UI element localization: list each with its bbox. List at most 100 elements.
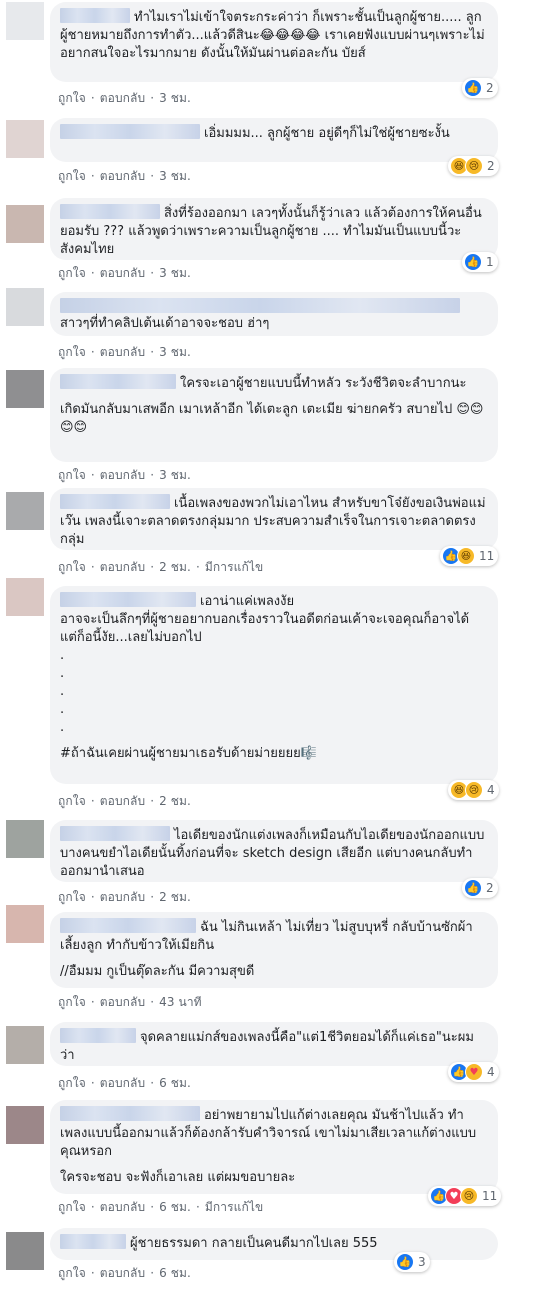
avatar[interactable] <box>6 1106 44 1144</box>
avatar[interactable] <box>6 820 44 858</box>
avatar[interactable] <box>6 205 44 243</box>
like-link[interactable]: ถูกใจ <box>58 91 86 105</box>
author-name-blurred[interactable] <box>60 298 460 313</box>
author-name-blurred[interactable] <box>60 124 200 139</box>
haha-icon: 😆 <box>457 547 475 565</box>
like-link[interactable]: ถูกใจ <box>58 345 86 359</box>
timestamp[interactable]: 3 ชม. <box>159 345 191 359</box>
avatar[interactable] <box>6 120 44 158</box>
reply-link[interactable]: ตอบกลับ <box>100 468 145 482</box>
care-icon: ♥ <box>465 1063 483 1081</box>
author-name-blurred[interactable] <box>60 1106 200 1121</box>
timestamp[interactable]: 6 ชม. <box>159 1076 191 1090</box>
comment-text-paragraph: //อืมมม กูเป็นตุ๊ดละกัน มีความสุขดี <box>60 964 255 979</box>
comment-text-paragraph: ใครจะชอบ จะฟังก็เอาเลย แต่ผมขอบายละ <box>60 1170 296 1185</box>
reaction-summary[interactable]: 👍 😆 11 <box>440 546 499 566</box>
timestamp[interactable]: 6 ชม. <box>159 1266 191 1280</box>
comment-bubble: ทำไมเราไม่เข้าใจตระกระค่าว่า ก็เพราะชั้น… <box>50 2 498 82</box>
reaction-summary[interactable]: 👍 1 <box>462 252 498 272</box>
sad-icon: 😢 <box>465 781 483 799</box>
avatar[interactable] <box>6 2 44 40</box>
timestamp[interactable]: 3 ชม. <box>159 91 191 105</box>
author-name-blurred[interactable] <box>60 1234 126 1249</box>
avatar[interactable] <box>6 905 44 943</box>
comment-actions: ถูกใจ · ตอบกลับ · 3 ชม. <box>58 345 191 359</box>
like-icon: 👍 <box>396 1253 414 1271</box>
like-link[interactable]: ถูกใจ <box>58 468 86 482</box>
reaction-summary[interactable]: 😆 😢 2 <box>448 156 499 176</box>
timestamp[interactable]: 2 ชม. <box>159 560 191 574</box>
author-name-blurred[interactable] <box>60 8 130 23</box>
reply-link[interactable]: ตอบกลับ <box>100 345 145 359</box>
comment-bubble: สาวๆที่ทำคลิปเต้นเด้าอาจจะชอบ ฮ่าๆ <box>50 292 498 336</box>
reaction-count: 1 <box>486 255 494 269</box>
like-link[interactable]: ถูกใจ <box>58 995 86 1009</box>
like-link[interactable]: ถูกใจ <box>58 560 86 574</box>
reply-link[interactable]: ตอบกลับ <box>100 1200 145 1214</box>
reaction-count: 11 <box>479 549 495 563</box>
reaction-summary[interactable]: 👍 ♥ 4 <box>448 1062 499 1082</box>
comment-bubble: อย่าพยายามไปแก้ต่างเลยคุณ มันช้าไปแล้ว ท… <box>50 1100 498 1194</box>
reply-link[interactable]: ตอบกลับ <box>100 266 145 280</box>
timestamp[interactable]: 3 ชม. <box>159 266 191 280</box>
like-link[interactable]: ถูกใจ <box>58 794 86 808</box>
reply-link[interactable]: ตอบกลับ <box>100 794 145 808</box>
reaction-count: 3 <box>418 1255 426 1269</box>
timestamp[interactable]: 2 ชม. <box>159 890 191 904</box>
reply-link[interactable]: ตอบกลับ <box>100 1076 145 1090</box>
timestamp[interactable]: 3 ชม. <box>159 468 191 482</box>
reply-link[interactable]: ตอบกลับ <box>100 1266 145 1280</box>
reply-link[interactable]: ตอบกลับ <box>100 995 145 1009</box>
like-link[interactable]: ถูกใจ <box>58 890 86 904</box>
sad-icon: 😢 <box>460 1187 478 1205</box>
reaction-summary[interactable]: 👍 2 <box>462 878 498 898</box>
comment-actions: ถูกใจ · ตอบกลับ · 3 ชม. <box>58 266 191 280</box>
author-name-blurred[interactable] <box>60 918 196 933</box>
comment-actions: ถูกใจ · ตอบกลับ · 6 ชม. <box>58 1076 191 1090</box>
comment-actions: ถูกใจ · ตอบกลับ · 2 ชม. <box>58 890 191 904</box>
comment-bubble: เอิ่มมมม... ลูกผู้ชาย อยู่ดีๆก็ไม่ใช่ผู้… <box>50 118 498 162</box>
comment-bubble: สิ่งที่ร้องออกมา เลวๆทั้งนั้นก็รู้ว่าเลว… <box>50 198 498 260</box>
reaction-count: 2 <box>486 81 494 95</box>
author-name-blurred[interactable] <box>60 494 170 509</box>
avatar[interactable] <box>6 578 44 616</box>
reaction-summary[interactable]: 👍 ♥ 😢 11 <box>428 1186 502 1206</box>
avatar[interactable] <box>6 1232 44 1270</box>
reaction-count: 2 <box>487 159 495 173</box>
like-link[interactable]: ถูกใจ <box>58 1200 86 1214</box>
edited-label[interactable]: มีการแก้ไข <box>205 1200 263 1214</box>
like-link[interactable]: ถูกใจ <box>58 169 86 183</box>
reply-link[interactable]: ตอบกลับ <box>100 890 145 904</box>
author-name-blurred[interactable] <box>60 826 170 841</box>
reply-link[interactable]: ตอบกลับ <box>100 169 145 183</box>
reply-link[interactable]: ตอบกลับ <box>100 91 145 105</box>
avatar[interactable] <box>6 1026 44 1064</box>
author-name-blurred[interactable] <box>60 1028 136 1043</box>
reply-link[interactable]: ตอบกลับ <box>100 560 145 574</box>
comment-text: เอาน่าแค่เพลงงัย อาจจะเป็นลึกๆที่ผู้ชายอ… <box>60 594 470 735</box>
like-link[interactable]: ถูกใจ <box>58 1076 86 1090</box>
reaction-summary[interactable]: 👍 2 <box>462 78 498 98</box>
author-name-blurred[interactable] <box>60 374 176 389</box>
comment-bubble: เนื้อเพลงของพวกไม่เอาไหน สำหรับขาโจ๋ยังข… <box>50 488 498 550</box>
comment-actions: ถูกใจ · ตอบกลับ · 3 ชม. <box>58 169 191 183</box>
like-icon: 👍 <box>464 879 482 897</box>
avatar[interactable] <box>6 288 44 326</box>
comment-actions: ถูกใจ · ตอบกลับ · 43 นาที <box>58 995 202 1009</box>
timestamp[interactable]: 6 ชม. <box>159 1200 191 1214</box>
comment-text-paragraph: เกิดมันกลับมาเสพอีก เมาเหล้าอีก ได้เตะลู… <box>60 402 484 435</box>
comment-bubble: ไอเดียของนักแต่งเพลงก็เหมือนกับไอเดียของ… <box>50 820 498 882</box>
author-name-blurred[interactable] <box>60 204 160 219</box>
timestamp[interactable]: 43 นาที <box>159 995 202 1009</box>
avatar[interactable] <box>6 370 44 408</box>
timestamp[interactable]: 3 ชม. <box>159 169 191 183</box>
edited-label[interactable]: มีการแก้ไข <box>205 560 263 574</box>
like-link[interactable]: ถูกใจ <box>58 266 86 280</box>
like-link[interactable]: ถูกใจ <box>58 1266 86 1280</box>
reaction-summary[interactable]: 😆 😢 4 <box>448 780 499 800</box>
author-name-blurred[interactable] <box>60 592 196 607</box>
avatar[interactable] <box>6 492 44 530</box>
reaction-summary[interactable]: 👍 3 <box>394 1252 430 1272</box>
timestamp[interactable]: 2 ชม. <box>159 794 191 808</box>
comment-text: เอิ่มมมม... ลูกผู้ชาย อยู่ดีๆก็ไม่ใช่ผู้… <box>204 126 450 141</box>
